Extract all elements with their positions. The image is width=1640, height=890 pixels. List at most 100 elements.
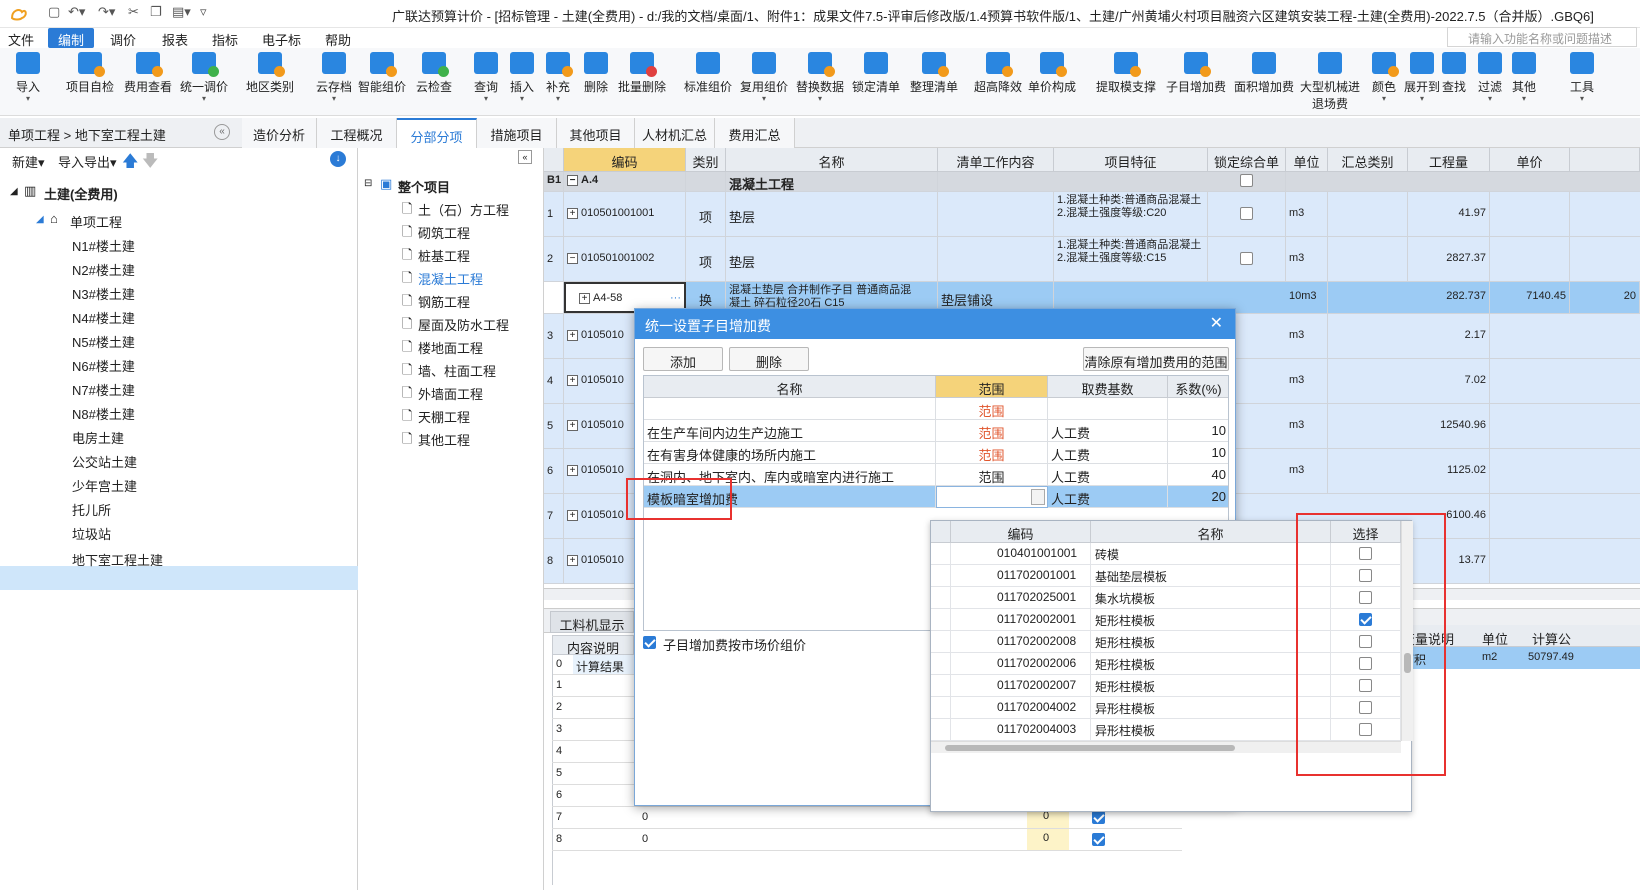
section-row[interactable]: B1 − A.4 混凝土工程 (544, 172, 1640, 192)
plus-box-icon[interactable]: + (567, 374, 578, 386)
collapse-arrow-icon[interactable]: ◢ (36, 214, 44, 225)
menu-e-bid[interactable]: 电子标 (262, 30, 301, 49)
table-row[interactable]: 范围 (644, 398, 1228, 420)
section-item[interactable]: 其他工程 (418, 430, 470, 449)
section-item[interactable]: 屋面及防水工程 (418, 315, 509, 334)
tree-item[interactable]: 少年宫土建 (72, 476, 137, 495)
filter-button[interactable]: 过滤 ▾ (1478, 52, 1502, 103)
table-row[interactable]: 8 0 0 (552, 829, 1182, 851)
section-item[interactable]: 桩基工程 (418, 246, 470, 265)
cut-icon[interactable]: ✂ (128, 4, 139, 20)
market-price-checkbox[interactable] (643, 635, 656, 650)
smart-pricing-button[interactable]: 智能组价 (358, 52, 406, 95)
collapse-icon[interactable]: « (214, 124, 230, 140)
import-export-button[interactable]: 导入导出▾ (58, 152, 117, 171)
redo-icon[interactable]: ↷▾ (98, 4, 115, 20)
lock-checkbox[interactable] (1240, 207, 1253, 220)
minus-box-icon[interactable]: − (567, 174, 578, 186)
tools-button[interactable]: 工具 ▾ (1570, 52, 1594, 103)
section-item[interactable]: 外墙面工程 (418, 384, 483, 403)
plus-box-icon[interactable]: + (579, 292, 590, 304)
grid-header-name[interactable]: 名称 (726, 148, 938, 172)
tree-root[interactable]: 土建(全费用) (44, 184, 118, 203)
supplement-button[interactable]: 补充 ▾ (546, 52, 573, 103)
tab-cost-analysis[interactable]: 造价分析 (242, 118, 317, 148)
large-machinery-button[interactable]: 大型机械进退场费 (1298, 52, 1362, 112)
tree-item[interactable]: N7#楼土建 (72, 380, 135, 399)
menu-help[interactable]: 帮助 (325, 30, 351, 49)
tree-item[interactable]: N3#楼土建 (72, 284, 135, 303)
move-up-icon[interactable]: 🡅 (122, 150, 138, 177)
section-item[interactable]: 土（石）方工程 (418, 200, 509, 219)
height-efficiency-button[interactable]: 超高降效 (974, 52, 1022, 95)
minus-box-icon[interactable]: − (567, 252, 578, 264)
query-button[interactable]: 查询 ▾ (474, 52, 498, 103)
other-button[interactable]: 其他 ▾ (1512, 52, 1536, 103)
plus-box-icon[interactable]: + (567, 464, 578, 476)
tree-item-selected[interactable]: 地下室工程土建 (72, 550, 163, 569)
insert-button[interactable]: 插入 ▾ (510, 52, 534, 103)
grid-header-unit[interactable]: 单位 (1286, 148, 1328, 172)
copy-icon[interactable]: ❐ (150, 4, 162, 20)
tab-other-items[interactable]: 其他项目 (557, 118, 635, 148)
unified-adjust-button[interactable]: 统一调价 ▾ (180, 52, 228, 103)
delete-button[interactable]: 删除 (584, 52, 608, 95)
lock-checkbox[interactable] (1240, 174, 1253, 187)
tab-materials-display[interactable]: 工料机显示 (550, 611, 634, 633)
section-item[interactable]: 钢筋工程 (418, 292, 470, 311)
grid-header-lock-price[interactable]: 锁定综合单价 (1208, 148, 1286, 189)
new-button[interactable]: 新建▾ (12, 152, 45, 171)
area-surcharge-button[interactable]: 面积增加费 (1234, 52, 1294, 95)
menu-price-adjust[interactable]: 调价 (110, 30, 136, 49)
region-type-button[interactable]: 地区类别 (246, 52, 294, 95)
plus-box-icon[interactable]: + (567, 419, 578, 431)
menu-indicator[interactable]: 指标 (212, 30, 238, 49)
lock-list-button[interactable]: 锁定清单 (852, 52, 900, 95)
grid-header-code[interactable]: 编码 (564, 148, 686, 172)
self-check-button[interactable]: 项目自检 (66, 52, 114, 95)
tab-measures[interactable]: 措施项目 (477, 118, 557, 148)
table-row[interactable]: 1 +010501001001 项 垫层 1.混凝土种类:普通商品混凝土 2.混凝… (544, 192, 1640, 237)
save-icon[interactable]: ▢ (48, 4, 60, 20)
cloud-archive-button[interactable]: 云存档 ▾ (316, 52, 352, 103)
add-button[interactable]: 添加 (643, 347, 723, 371)
clear-range-button[interactable]: 清除原有增加费用的范围 (1083, 347, 1229, 371)
range-cell[interactable]: 范围 (936, 442, 1048, 464)
tree-item[interactable]: 电房土建 (72, 428, 124, 447)
plus-box-icon[interactable]: + (567, 509, 578, 521)
tree-item[interactable]: 公交站土建 (72, 452, 137, 471)
customize-icon[interactable]: ▿ (200, 4, 207, 20)
table-row[interactable]: 2 −010501001002 项 垫层 1.混凝土种类:普通商品混凝土 2.混凝… (544, 237, 1640, 282)
undo-icon[interactable]: ↶▾ (68, 4, 85, 20)
unit-price-composition-button[interactable]: 单价构成 (1028, 52, 1076, 95)
tree-group[interactable]: 单项工程 (70, 212, 122, 231)
organize-list-button[interactable]: 整理清单 (910, 52, 958, 95)
menu-file[interactable]: 文件 (8, 30, 34, 49)
section-root[interactable]: 整个项目 (398, 177, 450, 196)
menu-edit[interactable]: 编制 (48, 28, 95, 48)
plus-box-icon[interactable]: + (567, 329, 578, 341)
tree-item[interactable]: 垃圾站 (72, 524, 111, 543)
plus-box-icon[interactable]: + (567, 207, 578, 219)
table-row[interactable]: 在有害身体健康的场所内施工 范围 人工费 10 (644, 442, 1228, 464)
grid-header-quantity[interactable]: 工程量 (1408, 148, 1490, 172)
dropdown-button[interactable] (1031, 489, 1045, 505)
tree-item[interactable]: N1#楼土建 (72, 236, 135, 255)
replace-data-button[interactable]: 替换数据 ▾ (796, 52, 844, 103)
batch-delete-button[interactable]: 批量删除 (618, 52, 666, 95)
section-item[interactable]: 楼地面工程 (418, 338, 483, 357)
standard-pricing-button[interactable]: 标准组价 (684, 52, 732, 95)
detail-checkbox[interactable] (1092, 810, 1105, 825)
range-cell[interactable]: 范围 (936, 420, 1048, 442)
tree-item[interactable]: N2#楼土建 (72, 260, 135, 279)
find-button[interactable]: 查找 (1442, 52, 1466, 95)
reuse-pricing-button[interactable]: 复用组价 ▾ (740, 52, 788, 103)
cloud-check-button[interactable]: 云检查 (416, 52, 452, 95)
grid-header-type[interactable]: 类别 (686, 148, 726, 172)
tab-overview[interactable]: 工程概况 (317, 118, 397, 148)
delete-button[interactable]: 删除 (729, 347, 809, 371)
collapse-panel-icon[interactable]: « (518, 150, 532, 164)
collapse-arrow-icon[interactable]: ◢ (10, 186, 18, 197)
more-icon[interactable]: ··· (670, 292, 681, 304)
tree-item[interactable]: 托儿所 (72, 500, 111, 519)
